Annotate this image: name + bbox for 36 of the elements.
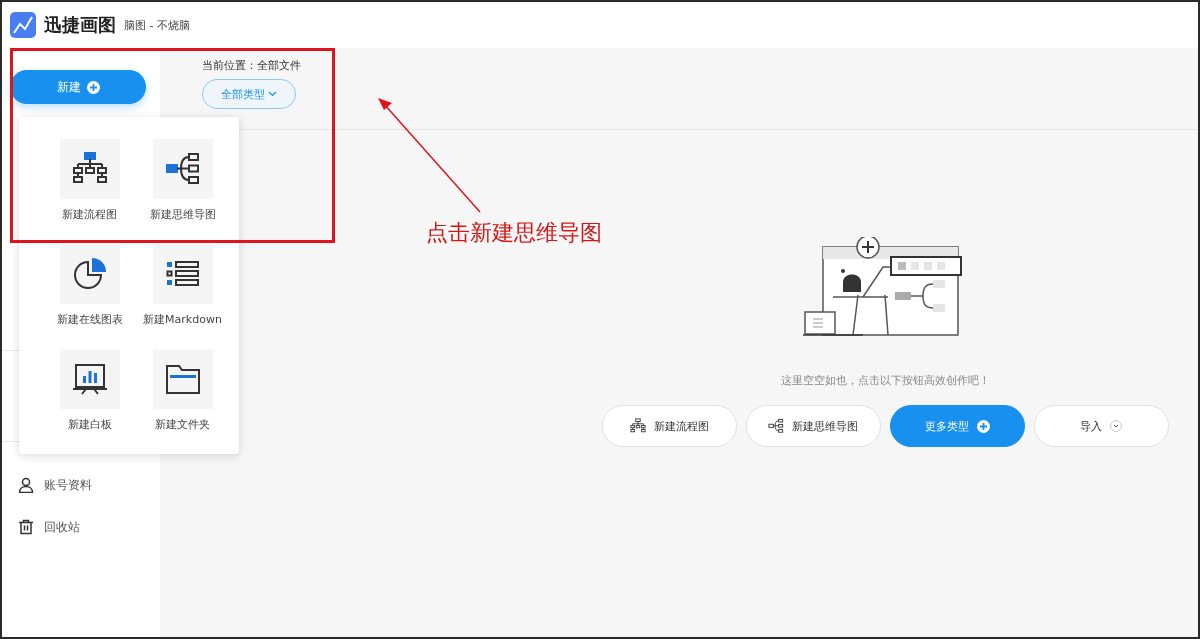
menu-item[interactable]: 新建思维导图 (136, 139, 229, 222)
menu-item[interactable]: 新建白板 (43, 349, 136, 432)
mind-map-icon (164, 151, 201, 187)
annotation-text: 点击新建思维导图 (426, 219, 602, 247)
sidebar-item[interactable]: 账号资料 (2, 464, 160, 506)
chevron-down-icon (1110, 420, 1122, 432)
action-button[interactable]: 新建思维导图 (745, 405, 881, 447)
app-logo-icon (10, 12, 36, 38)
mind-map-icon (768, 418, 784, 434)
menu-item[interactable]: 新建文件夹 (136, 349, 229, 432)
empty-state-message: 这里空空如也，点击以下按钮高效创作吧！ (780, 373, 990, 388)
breadcrumb: 当前位置：全部文件 (202, 58, 302, 73)
trash-icon (18, 519, 34, 535)
sidebar-item-label: 账号资料 (44, 476, 92, 494)
sidebar-item-label: 回收站 (44, 518, 80, 536)
menu-item-label: 新建思维导图 (149, 207, 216, 222)
pie-chart-icon (71, 256, 108, 292)
sidebar-item[interactable]: 回收站 (2, 506, 160, 548)
menu-item-label: 新建在线图表 (56, 312, 123, 327)
menu-item[interactable]: 新建流程图 (43, 139, 136, 222)
action-button[interactable]: 新建流程图 (601, 405, 737, 447)
plus-icon (976, 419, 990, 433)
menu-item-label: 新建流程图 (62, 207, 117, 222)
document-title: 脑图 - 不烧脑 (124, 17, 190, 33)
whiteboard-icon (71, 361, 108, 397)
user-icon (18, 477, 34, 493)
menu-item[interactable]: 新建在线图表 (43, 244, 136, 327)
action-button[interactable]: 导入 (1033, 405, 1169, 447)
chevron-down-icon (268, 91, 277, 97)
menu-item[interactable]: 新建Markdown (136, 244, 229, 327)
plus-icon (86, 80, 100, 94)
menu-item-label: 新建白板 (67, 417, 112, 432)
menu-item-label: 新建Markdown (143, 312, 222, 327)
menu-item-label: 新建文件夹 (155, 417, 210, 432)
flowchart-icon (629, 418, 646, 434)
app-name: 迅捷画图 (44, 13, 116, 37)
